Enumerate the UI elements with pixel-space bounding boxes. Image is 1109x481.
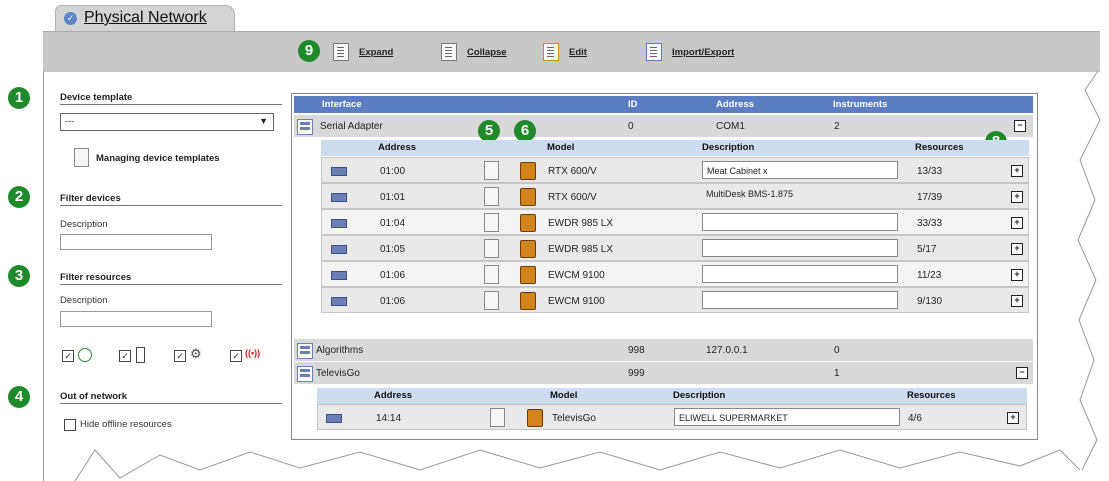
torn-edge-decoration <box>74 70 1101 481</box>
